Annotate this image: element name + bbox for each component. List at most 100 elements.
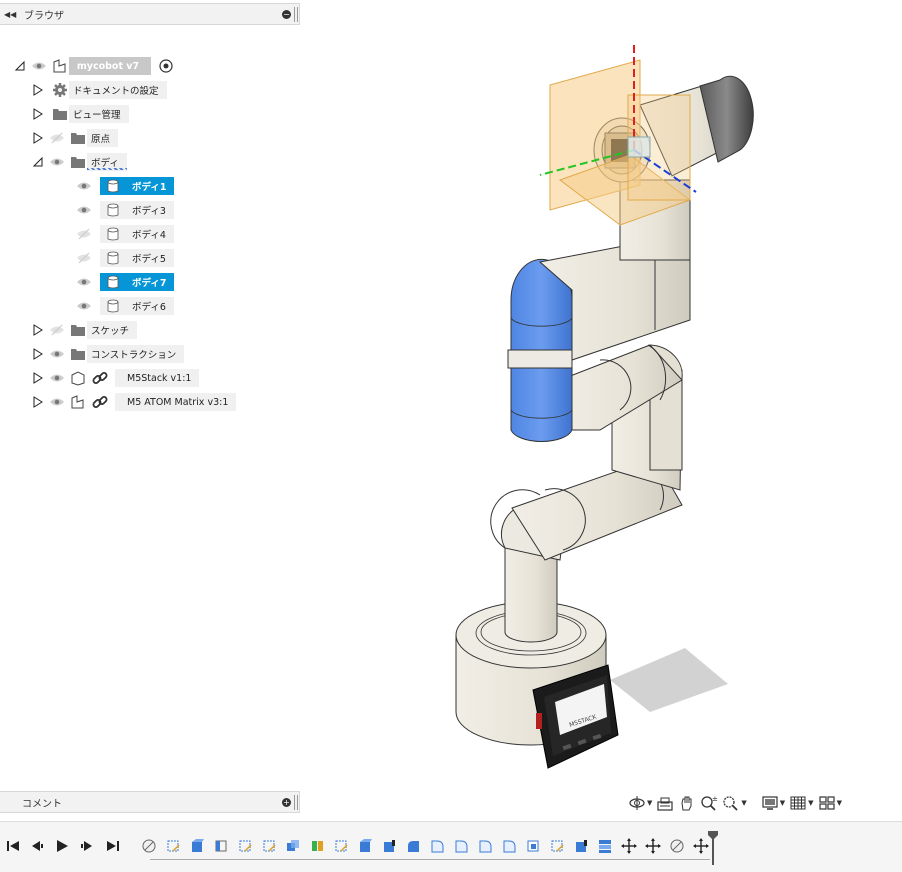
tree-item-label: ボディ3 bbox=[132, 206, 166, 217]
panel-grip[interactable] bbox=[294, 7, 298, 22]
panel-grip[interactable] bbox=[294, 795, 298, 810]
visibility-eye-icon[interactable] bbox=[76, 204, 92, 216]
hidden-eye-icon[interactable] bbox=[76, 228, 92, 240]
tree-item-body[interactable]: ボディ6 bbox=[70, 297, 174, 315]
timeline-split-icon[interactable] bbox=[308, 837, 326, 855]
timeline-extrude-icon[interactable] bbox=[572, 837, 590, 855]
timeline-feature-icon[interactable] bbox=[140, 837, 158, 855]
expand-triangle-icon[interactable] bbox=[33, 132, 43, 144]
viewports-icon[interactable]: ▼ bbox=[818, 794, 842, 812]
activate-radio-icon[interactable] bbox=[157, 58, 175, 74]
timeline-combine-icon[interactable] bbox=[284, 837, 302, 855]
expand-triangle-icon[interactable] bbox=[33, 324, 43, 336]
tree-item-chip[interactable]: ビュー管理 bbox=[69, 105, 129, 123]
timeline-fillet-icon[interactable] bbox=[428, 837, 446, 855]
tree-item-chip[interactable]: ボディ bbox=[87, 153, 127, 171]
timeline-sketch-icon[interactable] bbox=[548, 837, 566, 855]
timeline-marker[interactable] bbox=[708, 831, 718, 865]
go-to-start-icon[interactable] bbox=[6, 839, 20, 853]
hidden-eye-icon[interactable] bbox=[49, 132, 65, 144]
comment-title: コメント bbox=[22, 798, 62, 810]
visibility-eye-icon[interactable] bbox=[76, 300, 92, 312]
tree-item-chip[interactable]: スケッチ bbox=[87, 321, 138, 339]
timeline-extrude-icon[interactable] bbox=[380, 837, 398, 855]
visibility-eye-icon[interactable] bbox=[49, 372, 65, 384]
timeline-sketch-icon[interactable] bbox=[260, 837, 278, 855]
tree-item-body[interactable]: ボディ4 bbox=[70, 225, 174, 243]
tree-item-body[interactable]: ボディ5 bbox=[70, 249, 174, 267]
expand-triangle-icon[interactable] bbox=[33, 396, 43, 408]
tree-item-chip[interactable]: コンストラクション bbox=[87, 345, 185, 363]
hidden-eye-icon[interactable] bbox=[49, 324, 65, 336]
tree-item-body[interactable]: ボディ7 bbox=[70, 273, 175, 291]
svg-text:±: ± bbox=[712, 795, 718, 803]
timeline-fillet-icon[interactable] bbox=[404, 837, 422, 855]
expand-triangle-open-icon[interactable] bbox=[33, 156, 43, 168]
timeline-pattern-icon[interactable] bbox=[596, 837, 614, 855]
visibility-eye-icon[interactable] bbox=[49, 396, 65, 408]
timeline-move-icon[interactable] bbox=[644, 837, 662, 855]
step-back-icon[interactable] bbox=[30, 839, 44, 853]
timeline-extrude-icon[interactable] bbox=[188, 837, 206, 855]
tree-item-body[interactable]: ボディ3 bbox=[70, 201, 174, 219]
tree-item-label: ボディ5 bbox=[132, 254, 166, 265]
tree-item-document-settings[interactable]: ドキュメントの設定 bbox=[33, 81, 167, 99]
tree-item-chip[interactable]: ボディ4 bbox=[100, 225, 174, 243]
tree-item-chip[interactable]: 原点 bbox=[87, 129, 119, 147]
visibility-eye-icon[interactable] bbox=[49, 156, 65, 168]
display-settings-icon[interactable]: ▼ bbox=[761, 794, 785, 812]
expand-triangle-icon[interactable] bbox=[33, 108, 43, 120]
tree-item-chip[interactable]: M5 ATOM Matrix v3:1 bbox=[115, 393, 237, 411]
timeline-sketch-icon[interactable] bbox=[212, 837, 230, 855]
pan-icon[interactable] bbox=[678, 794, 696, 812]
tree-item-chip[interactable]: ドキュメントの設定 bbox=[69, 81, 167, 99]
add-comment-icon[interactable]: + bbox=[282, 798, 291, 807]
tree-item-m5-atom-matrix[interactable]: M5 ATOM Matrix v3:1 bbox=[33, 393, 237, 411]
tree-item-origin[interactable]: 原点 bbox=[33, 129, 119, 147]
minimize-panel-icon[interactable]: − bbox=[282, 10, 291, 19]
fit-icon[interactable]: ▼ bbox=[722, 794, 747, 812]
go-to-end-icon[interactable] bbox=[106, 839, 120, 853]
collapse-panel-icon[interactable]: ◀◀ bbox=[4, 10, 18, 19]
timeline-fillet-icon[interactable] bbox=[500, 837, 518, 855]
tree-item-chip[interactable]: ボディ1 bbox=[100, 177, 175, 195]
visibility-eye-icon[interactable] bbox=[76, 276, 92, 288]
visibility-eye-icon[interactable] bbox=[76, 180, 92, 192]
tree-item-construction[interactable]: コンストラクション bbox=[33, 345, 185, 363]
tree-item-body[interactable]: ボディ1 bbox=[70, 177, 175, 195]
tree-item-chip[interactable]: ボディ3 bbox=[100, 201, 174, 219]
hidden-eye-icon[interactable] bbox=[76, 252, 92, 264]
timeline-sketch-icon[interactable] bbox=[164, 837, 182, 855]
tree-item-view-management[interactable]: ビュー管理 bbox=[33, 105, 129, 123]
zoom-icon[interactable]: ± bbox=[700, 794, 718, 812]
tree-item-chip[interactable]: ボディ5 bbox=[100, 249, 174, 267]
tree-item-m5stack[interactable]: M5Stack v1:1 bbox=[33, 369, 200, 387]
expand-triangle-icon[interactable] bbox=[33, 372, 43, 384]
expand-triangle-icon[interactable] bbox=[33, 84, 43, 96]
timeline-sketch-icon[interactable] bbox=[332, 837, 350, 855]
timeline-fillet-icon[interactable] bbox=[452, 837, 470, 855]
timeline-fillet-icon[interactable] bbox=[476, 837, 494, 855]
tree-root[interactable]: mycobot v7 bbox=[15, 57, 175, 75]
timeline-feature-icon[interactable] bbox=[668, 837, 686, 855]
step-forward-icon[interactable] bbox=[80, 839, 94, 853]
timeline-move-icon[interactable] bbox=[620, 837, 638, 855]
root-chip[interactable]: mycobot v7 bbox=[69, 57, 151, 75]
expand-triangle-open-icon[interactable] bbox=[15, 60, 25, 72]
expand-triangle-icon[interactable] bbox=[33, 348, 43, 360]
play-icon[interactable] bbox=[55, 839, 69, 853]
grid-icon[interactable]: ▼ bbox=[789, 794, 814, 812]
tree-item-chip[interactable]: ボディ6 bbox=[100, 297, 174, 315]
tree-item-chip[interactable]: M5Stack v1:1 bbox=[115, 369, 200, 387]
orbit-icon[interactable]: ▼ bbox=[628, 794, 652, 812]
tree-item-chip[interactable]: ボディ7 bbox=[100, 273, 175, 291]
tree-item-sketches[interactable]: スケッチ bbox=[33, 321, 138, 339]
tree-item-bodies[interactable]: ボディ bbox=[33, 153, 127, 171]
timeline-extrude-icon[interactable] bbox=[356, 837, 374, 855]
visibility-eye-icon[interactable] bbox=[31, 60, 47, 72]
timeline-shell-icon[interactable] bbox=[524, 837, 542, 855]
visibility-eye-icon[interactable] bbox=[49, 348, 65, 360]
timeline-sketch-icon[interactable] bbox=[236, 837, 254, 855]
tree-item-label: ドキュメントの設定 bbox=[73, 86, 159, 97]
look-at-icon[interactable] bbox=[656, 794, 674, 812]
